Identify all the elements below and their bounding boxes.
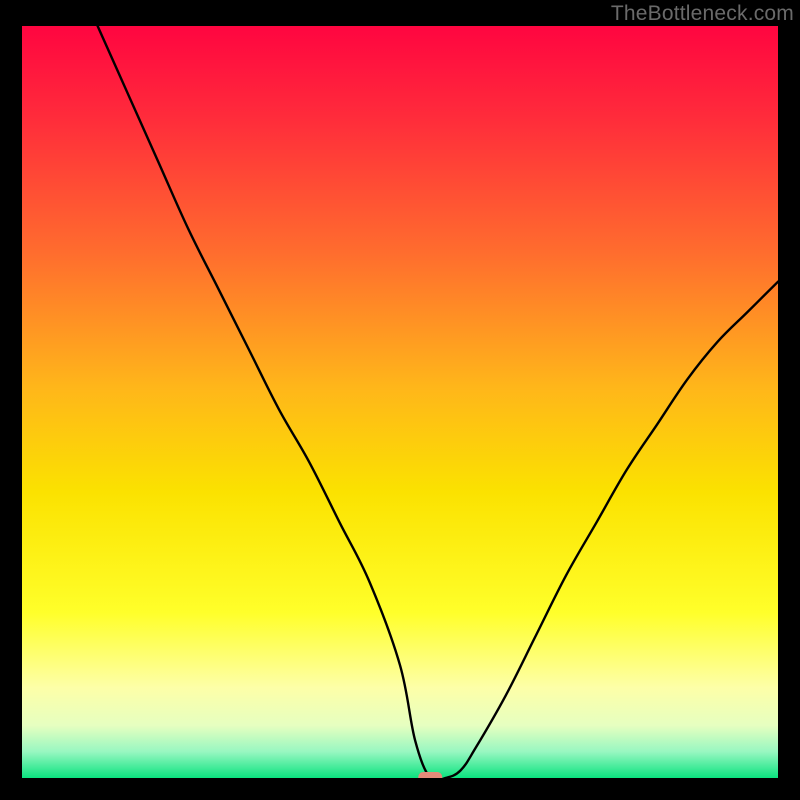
- minimum-marker: [418, 772, 442, 778]
- bottleneck-chart: [22, 26, 778, 778]
- chart-frame: TheBottleneck.com: [0, 0, 800, 800]
- watermark-text: TheBottleneck.com: [611, 2, 794, 26]
